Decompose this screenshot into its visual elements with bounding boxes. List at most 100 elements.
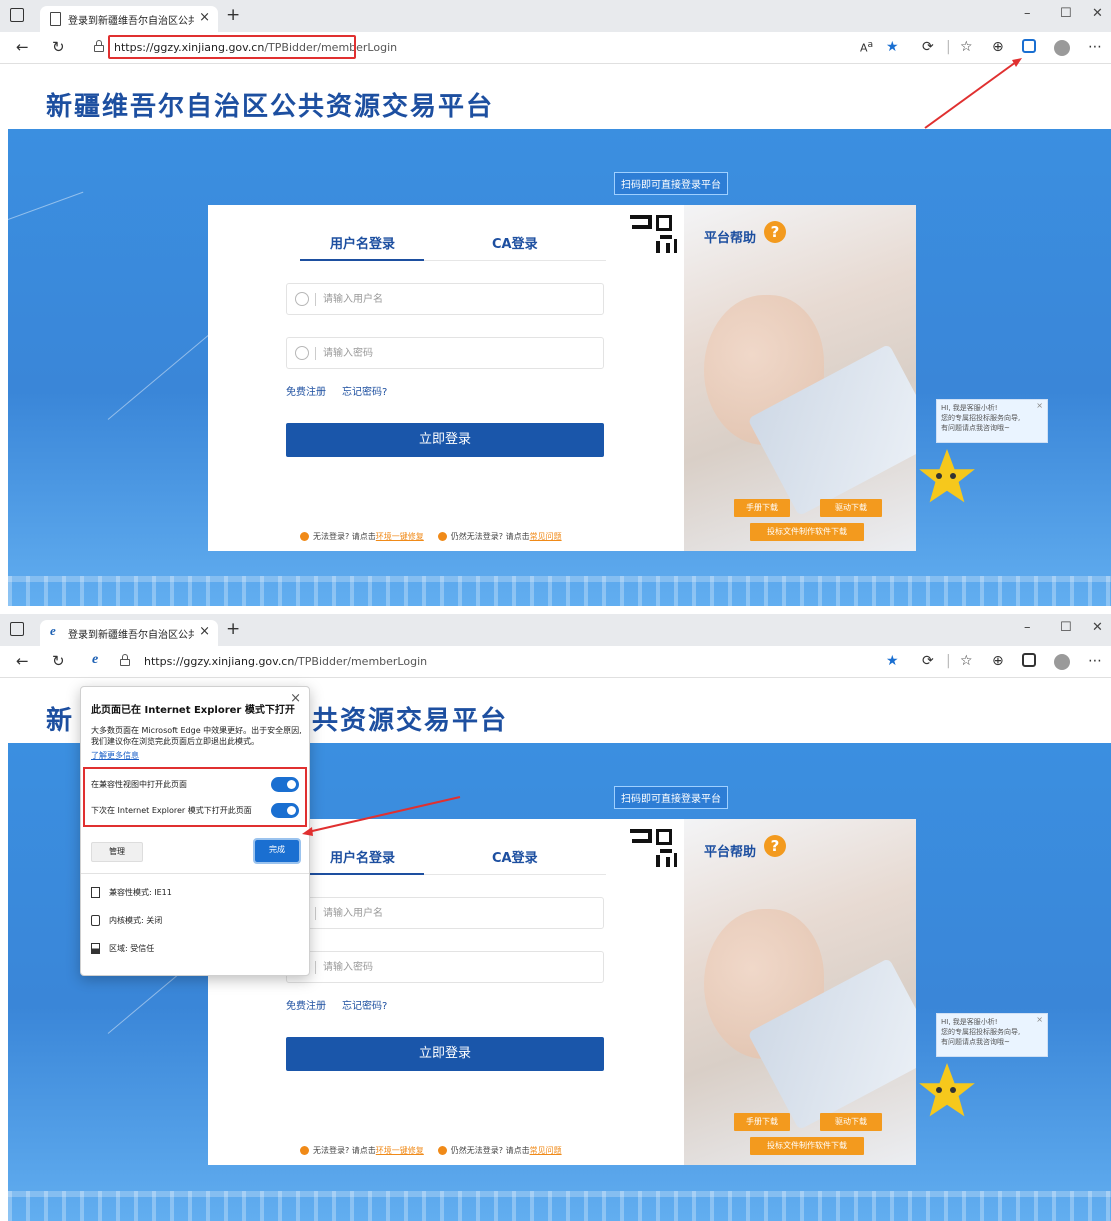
collections-icon[interactable]: ⊕ (992, 39, 1004, 55)
favorites-list-icon[interactable]: ☆ (960, 39, 973, 55)
chat-bubble[interactable]: × HI, 我是客服小析! 您的专属招投标服务向导, 有问题请点我咨询哦~ (936, 1013, 1048, 1057)
close-window-button[interactable]: ✕ (1092, 620, 1103, 635)
tab-actions-icon[interactable] (10, 622, 24, 636)
more-menu-icon[interactable]: ⋯ (1088, 653, 1102, 669)
login-help-row: 无法登录? 请点击环境一键修复 仍然无法登录? 请点击常见问题 (300, 1145, 562, 1156)
bubble-line-2: 有问题请点我咨询哦~ (941, 1038, 1010, 1046)
minimize-button[interactable]: – (1024, 6, 1031, 21)
faq-link[interactable]: 常见问题 (530, 532, 562, 541)
tab-username-login[interactable]: 用户名登录 (330, 233, 395, 252)
env-repair-link[interactable]: 环境一键修复 (376, 532, 424, 541)
password-input[interactable] (323, 344, 583, 362)
help-panel: 平台帮助 ? 手册下载 驱动下载 投标文件制作软件下载 (684, 819, 916, 1165)
favorites-list-icon[interactable]: ☆ (960, 653, 973, 669)
faq-link[interactable]: 常见问题 (530, 1146, 562, 1155)
close-tab-icon[interactable]: × (199, 10, 210, 25)
zone-text: 区域: 受信任 (109, 944, 155, 953)
page-icon (50, 12, 61, 26)
manual-download-button[interactable]: 手册下载 (734, 1113, 790, 1131)
driver-download-button[interactable]: 驱动下载 (820, 1113, 882, 1131)
tab-actions-icon[interactable] (10, 8, 24, 22)
refresh-icon[interactable]: ↻ (52, 652, 65, 670)
tab-username-login[interactable]: 用户名登录 (330, 847, 395, 866)
platform-help-title: 平台帮助 (704, 231, 757, 246)
maximize-button[interactable]: ☐ (1060, 6, 1072, 21)
username-field[interactable] (286, 897, 604, 929)
password-input[interactable] (323, 958, 583, 976)
username-input[interactable] (323, 290, 583, 308)
new-tab-button[interactable]: + (226, 619, 240, 639)
mascot-star-icon[interactable] (918, 449, 978, 509)
read-aloud-icon[interactable]: Aa (860, 39, 873, 55)
toolbar-divider: | (946, 653, 951, 669)
qr-code-icon[interactable] (622, 211, 678, 263)
maximize-button[interactable]: ☐ (1060, 620, 1072, 635)
favorite-star-icon[interactable]: ★ (886, 39, 899, 55)
screenshot-normal-mode: 登录到新疆维吾尔自治区公共资源 × + – ☐ ✕ ← ↻ https://gg… (0, 0, 1111, 606)
help-text-2: 仍然无法登录? 请点击 (450, 532, 530, 541)
site-title: 新疆维吾尔自治区公共资源交易平台 (46, 92, 495, 122)
profile-avatar[interactable] (1054, 40, 1070, 56)
site-title-tail: 共资源交易平台 (312, 706, 509, 736)
new-tab-button[interactable]: + (226, 5, 240, 25)
driver-download-button[interactable]: 驱动下载 (820, 499, 882, 517)
env-repair-link[interactable]: 环境一键修复 (376, 1146, 424, 1155)
tab-bar: 登录到新疆维吾尔自治区公共资源 × + – ☐ ✕ (0, 0, 1111, 32)
refresh-icon[interactable]: ↻ (52, 38, 65, 56)
username-field[interactable] (286, 283, 604, 315)
minimize-button[interactable]: – (1024, 620, 1031, 635)
qr-code-icon[interactable] (622, 825, 678, 877)
done-button[interactable]: 完成 (253, 838, 301, 864)
collections-icon[interactable]: ⊕ (992, 653, 1004, 669)
ie-mode-icon[interactable] (1022, 39, 1036, 53)
extensions-icon[interactable]: ⟳ (922, 39, 934, 55)
learn-more-link[interactable]: 了解更多信息 (91, 750, 139, 761)
lock-icon[interactable] (94, 40, 104, 52)
popup-close-icon[interactable]: × (290, 691, 301, 706)
forgot-password-link[interactable]: 忘记密码? (342, 1001, 387, 1012)
extensions-icon[interactable]: ⟳ (922, 653, 934, 669)
bubble-title: HI, 我是客服小析! (941, 404, 998, 412)
login-button[interactable]: 立即登录 (286, 1037, 604, 1071)
browser-tab[interactable]: 登录到新疆维吾尔自治区公共资源 × (40, 6, 218, 32)
info-icon (437, 1146, 447, 1155)
help-question-icon[interactable]: ? (764, 835, 786, 857)
ie-icon: e (50, 623, 56, 638)
tab-ca-login[interactable]: CA登录 (492, 847, 538, 866)
mascot-star-icon[interactable] (918, 1063, 978, 1123)
url-host: https://ggzy.xinjiang.gov.cn (144, 655, 295, 668)
close-window-button[interactable]: ✕ (1092, 6, 1103, 21)
login-button[interactable]: 立即登录 (286, 423, 604, 457)
help-question-icon[interactable]: ? (764, 221, 786, 243)
user-icon (295, 292, 309, 306)
ie-mode-icon[interactable] (1022, 653, 1036, 667)
compat-mode-info: 兼容性模式: IE11 (91, 887, 172, 898)
bubble-close-icon[interactable]: × (1036, 1015, 1043, 1025)
tool-download-button[interactable]: 投标文件制作软件下载 (750, 523, 864, 541)
url-highlight-box (108, 35, 356, 59)
register-link[interactable]: 免费注册 (286, 387, 326, 398)
site-title-head: 新 (46, 706, 75, 736)
profile-avatar[interactable] (1054, 654, 1070, 670)
browser-toolbar: ← ↻ https://ggzy.xinjiang.gov.cn/TPBidde… (0, 32, 1111, 64)
forgot-password-link[interactable]: 忘记密码? (342, 387, 387, 398)
ie-mode-indicator-icon[interactable]: e (92, 652, 98, 668)
password-field[interactable] (286, 337, 604, 369)
address-bar[interactable]: https://ggzy.xinjiang.gov.cn/TPBidder/me… (144, 655, 427, 668)
back-arrow-icon[interactable]: ← (16, 652, 29, 670)
back-arrow-icon[interactable]: ← (16, 38, 29, 56)
register-link[interactable]: 免费注册 (286, 1001, 326, 1012)
bubble-close-icon[interactable]: × (1036, 401, 1043, 411)
more-menu-icon[interactable]: ⋯ (1088, 39, 1102, 55)
browser-tab[interactable]: e 登录到新疆维吾尔自治区公共资源 × (40, 620, 218, 646)
chat-bubble[interactable]: × HI, 我是客服小析! 您的专属招投标服务向导, 有问题请点我咨询哦~ (936, 399, 1048, 443)
lock-icon[interactable] (120, 654, 130, 666)
manage-button[interactable]: 管理 (91, 842, 143, 862)
tab-ca-login[interactable]: CA登录 (492, 233, 538, 252)
favorite-star-icon[interactable]: ★ (886, 653, 899, 669)
tool-download-button[interactable]: 投标文件制作软件下载 (750, 1137, 864, 1155)
close-tab-icon[interactable]: × (199, 624, 210, 639)
password-field[interactable] (286, 951, 604, 983)
username-input[interactable] (323, 904, 583, 922)
manual-download-button[interactable]: 手册下载 (734, 499, 790, 517)
